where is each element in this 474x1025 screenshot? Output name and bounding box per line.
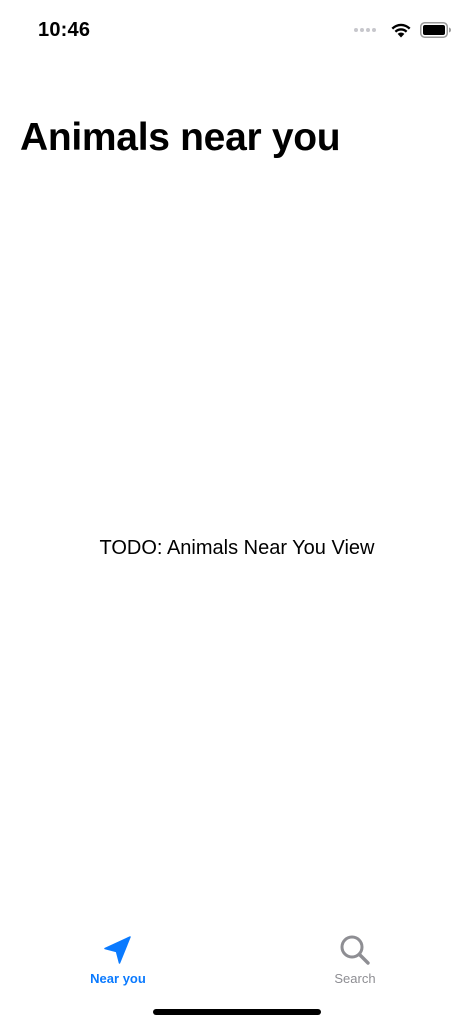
screen: 10:46 Animals near you TODO: Animals Nea…: [0, 0, 474, 1025]
location-arrow-icon: [104, 936, 131, 964]
status-bar: 10:46: [0, 0, 474, 60]
wifi-icon: [391, 23, 411, 38]
tab-search-label: Search: [334, 971, 376, 986]
home-indicator: [153, 1009, 321, 1015]
tab-near-you[interactable]: Near you: [48, 933, 188, 986]
status-indicators: [354, 20, 452, 40]
magnifying-glass-icon: [340, 935, 370, 965]
page-title: Animals near you: [20, 116, 341, 159]
tab-search[interactable]: Search: [285, 933, 425, 986]
status-time: 10:46: [38, 19, 91, 41]
tab-near-you-label: Near you: [90, 971, 146, 986]
cellular-signal-icon: [354, 28, 376, 32]
tab-bar: Near you Search: [0, 915, 474, 1025]
placeholder-text: TODO: Animals Near You View: [99, 537, 375, 559]
battery-icon: [420, 22, 451, 38]
